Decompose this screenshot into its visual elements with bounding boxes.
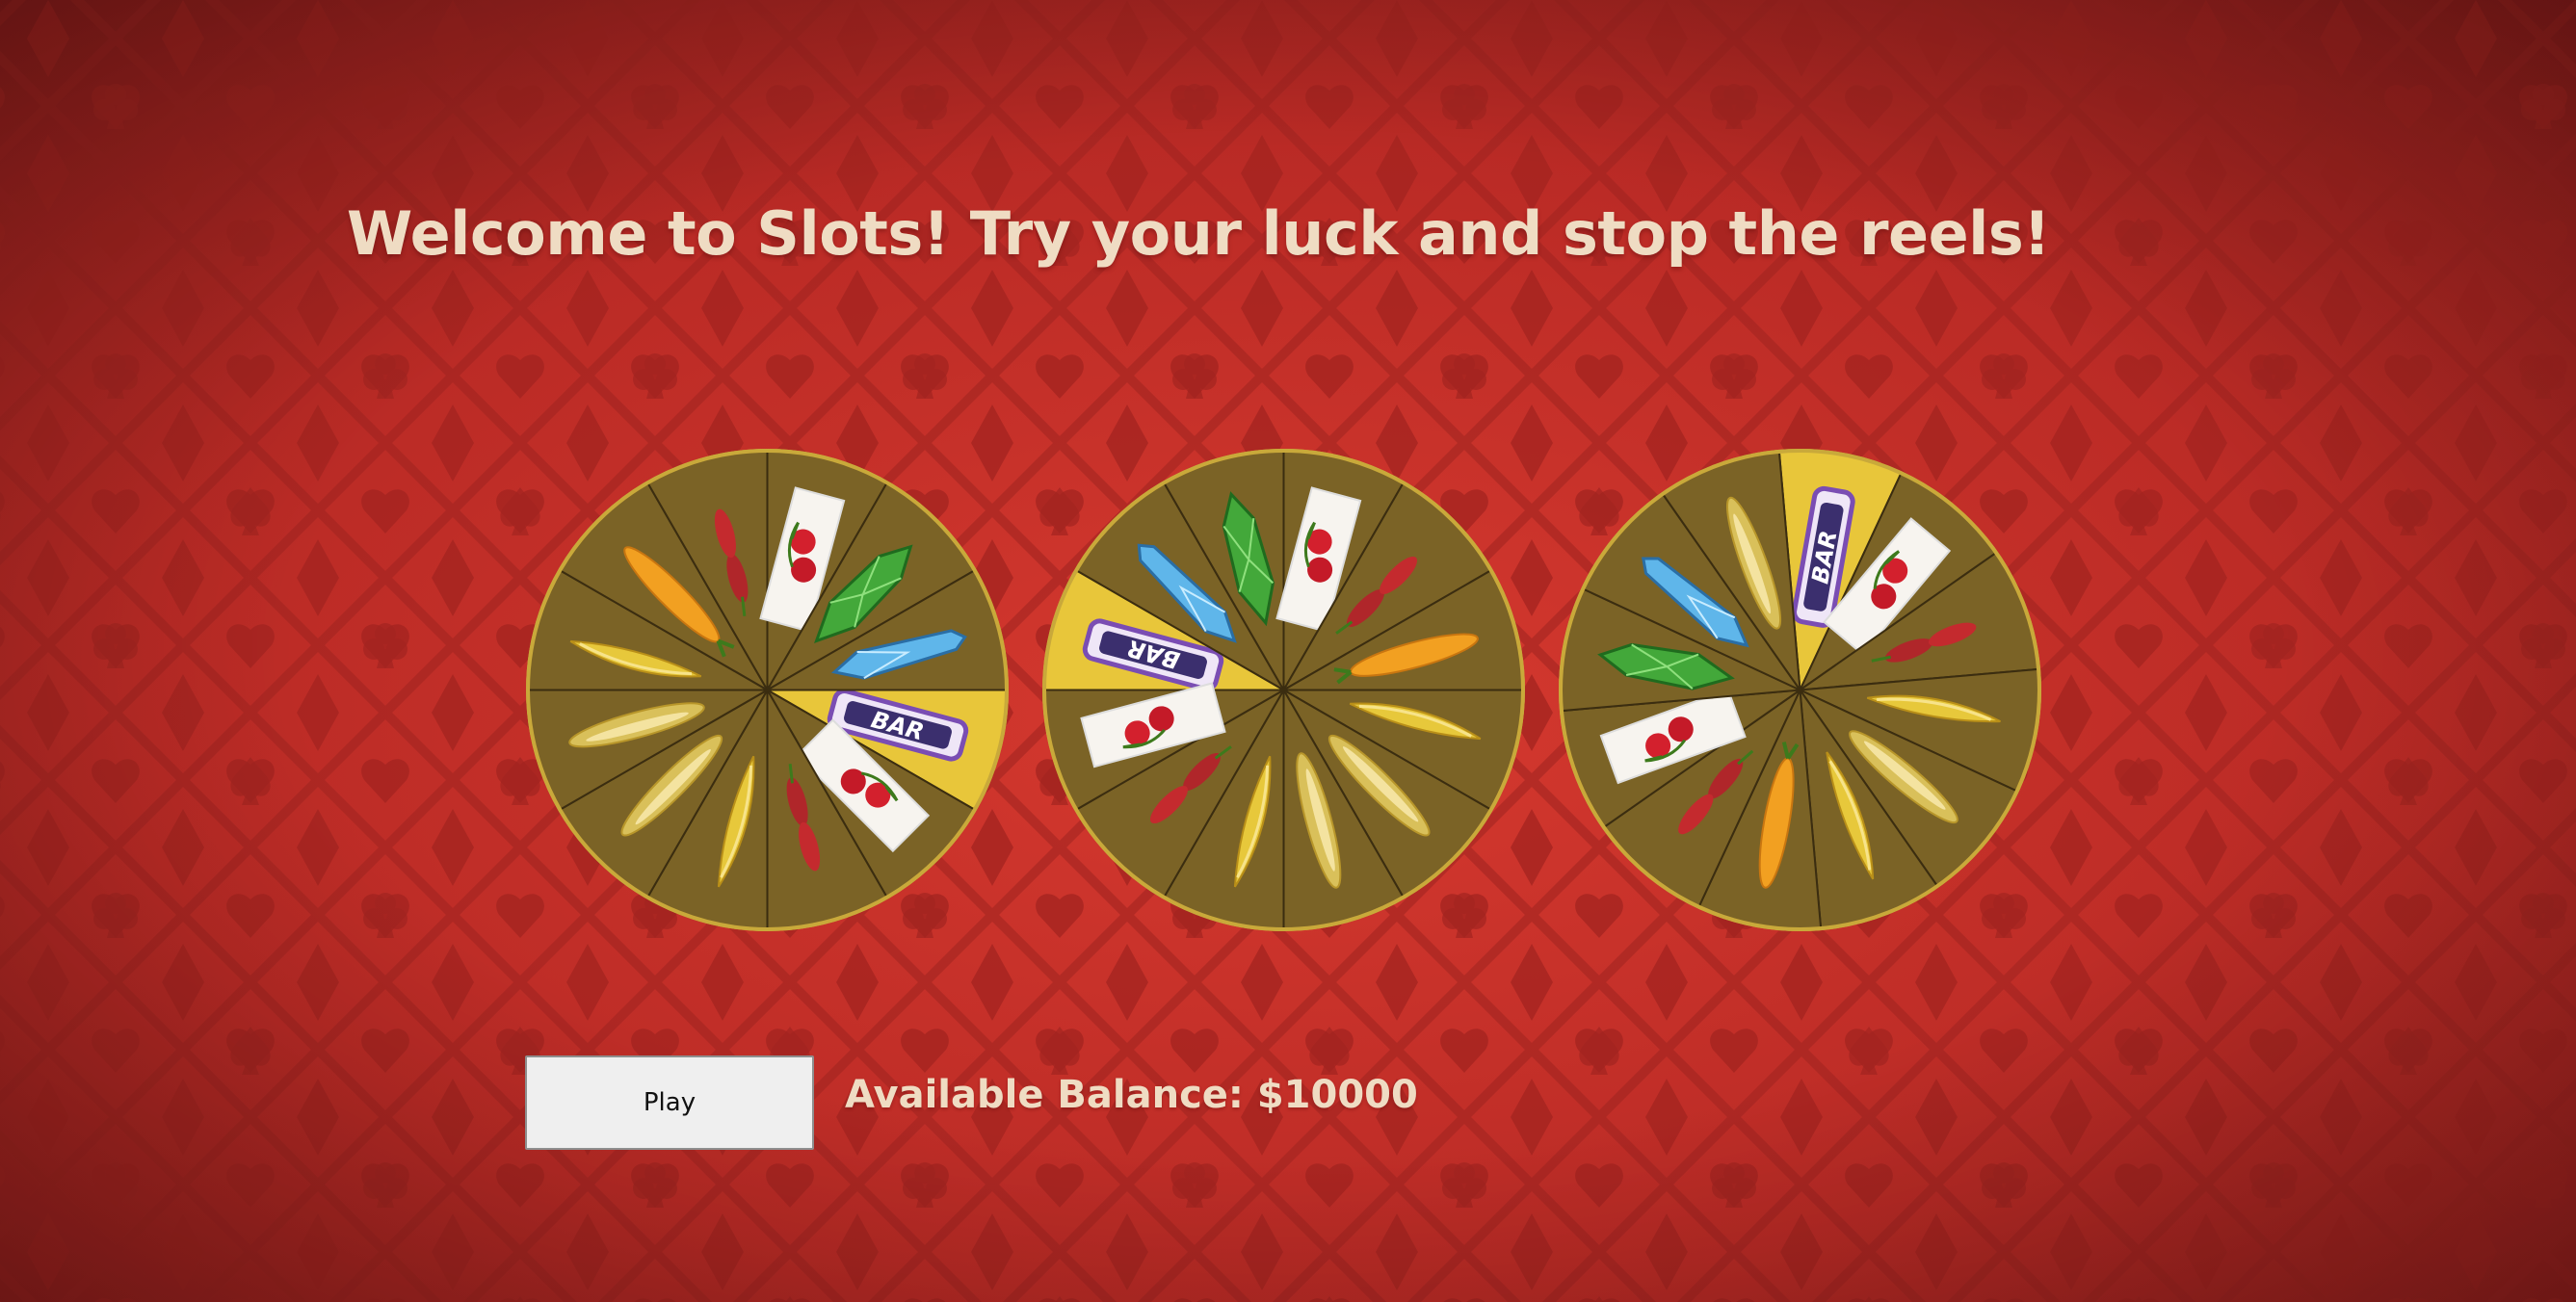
reel-3[interactable]: BAR	[1557, 447, 2043, 933]
welcome-heading: Welcome to Slots! Try your luck and stop…	[346, 198, 2051, 269]
reel-1[interactable]: BAR	[524, 447, 1011, 933]
reel-2[interactable]: BAR	[1040, 447, 1527, 933]
balance-display: Available Balance: $10000	[845, 1073, 1418, 1117]
play-button[interactable]: Play	[525, 1055, 814, 1150]
